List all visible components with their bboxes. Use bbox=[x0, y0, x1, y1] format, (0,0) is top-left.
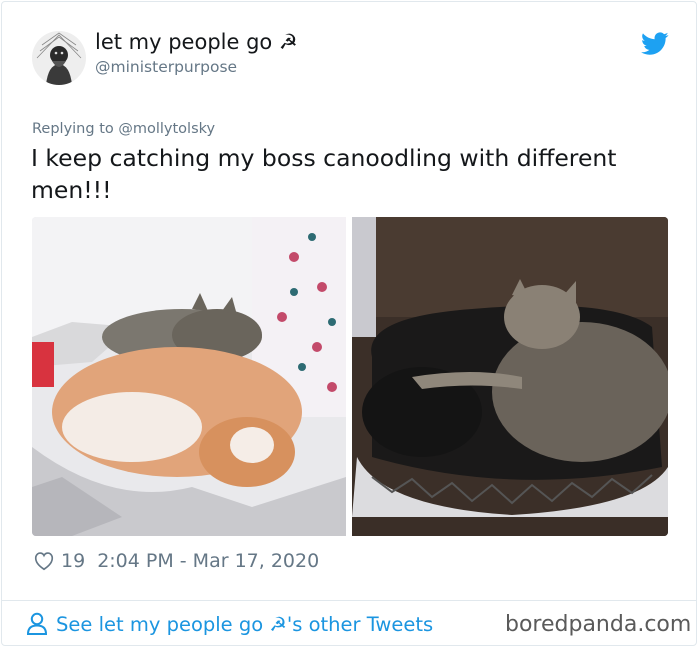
avatar[interactable] bbox=[32, 31, 86, 85]
twitter-bird-icon[interactable] bbox=[641, 32, 669, 58]
user-handle[interactable]: @ministerpurpose bbox=[95, 58, 237, 76]
display-name[interactable]: let my people go ☭ bbox=[95, 30, 298, 54]
other-tweets-link[interactable]: See let my people go ☭'s other Tweets bbox=[26, 610, 433, 638]
timestamp[interactable]: 2:04 PM - Mar 17, 2020 bbox=[97, 550, 319, 572]
tweet-text: I keep catching my boss canoodling with … bbox=[31, 144, 617, 204]
watermark: boredpanda.com bbox=[505, 612, 692, 637]
other-tweets-label[interactable]: See let my people go ☭'s other Tweets bbox=[56, 613, 433, 636]
footer-divider bbox=[1, 600, 697, 601]
replying-to: Replying to @mollytolsky bbox=[32, 121, 215, 137]
person-icon bbox=[26, 612, 48, 635]
tweet-media[interactable] bbox=[32, 217, 668, 536]
replying-prefix: Replying to bbox=[32, 121, 119, 137]
replying-to-link[interactable]: @mollytolsky bbox=[118, 121, 215, 137]
photo-cats-on-bed[interactable] bbox=[32, 217, 346, 536]
like-count: 19 bbox=[61, 550, 86, 572]
tweet-meta: 19 2:04 PM - Mar 17, 2020 bbox=[33, 548, 319, 574]
heart-icon[interactable] bbox=[33, 550, 55, 572]
photo-cats-in-basket[interactable] bbox=[352, 217, 668, 536]
